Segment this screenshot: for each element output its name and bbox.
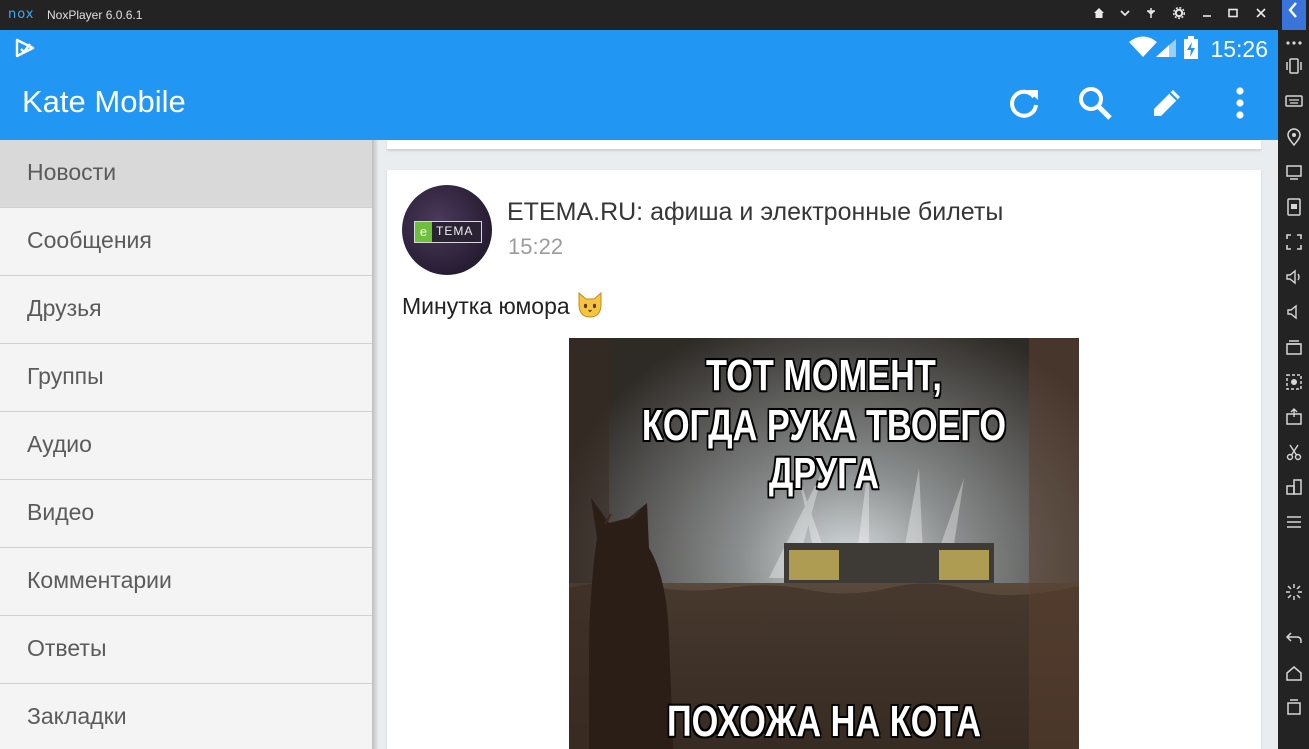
drawer-item-label: Группы: [27, 363, 104, 389]
close-icon[interactable]: [1250, 6, 1272, 24]
app-title: Kate Mobile: [22, 84, 186, 119]
app-bar: Kate Mobile: [0, 66, 1278, 140]
recent-apps-icon[interactable]: [1282, 698, 1306, 722]
shake-icon[interactable]: [1282, 57, 1306, 81]
avatar-logo: e ТЕМА: [414, 221, 482, 243]
menu-icon[interactable]: [1282, 513, 1306, 537]
maximize-icon[interactable]: [1222, 6, 1244, 24]
apk-install-icon[interactable]: [1282, 338, 1306, 362]
emulator-title-bar: nox NoxPlayer 6.0.6.1: [0, 0, 1278, 30]
drawer-item-replies[interactable]: Ответы: [0, 616, 372, 684]
location-icon[interactable]: [1282, 128, 1306, 152]
status-bar: 15:26: [0, 30, 1278, 66]
drawer-item-news[interactable]: Новости: [0, 140, 372, 208]
cat-emoji-icon: [576, 291, 604, 318]
expand-toolbar-icon[interactable]: [1282, 0, 1306, 30]
wifi-icon: [1128, 36, 1158, 63]
screen-icon[interactable]: [1282, 163, 1306, 187]
drawer-item-friends[interactable]: Друзья: [0, 276, 372, 344]
android-screen: 15:26 Kate Mobile Новости Сообщения Друз…: [0, 30, 1278, 749]
window-title: NoxPlayer 6.0.6.1: [47, 8, 143, 22]
signal-icon: [1155, 38, 1177, 63]
drawer-item-label: Аудио: [27, 431, 92, 457]
drawer-item-messages[interactable]: Сообщения: [0, 208, 372, 276]
drawer-item-label: Комментарии: [27, 567, 172, 593]
news-feed[interactable]: e ТЕМА ETEMA.RU: афиша и электронные бил…: [378, 140, 1278, 749]
scissors-icon[interactable]: [1282, 443, 1306, 467]
post-time: 15:22: [508, 234, 564, 259]
meme-caption-line2: КОГДА РУКА ТВОЕГО ДРУГА: [641, 401, 1007, 499]
search-icon[interactable]: [1074, 82, 1116, 124]
home-nav-icon[interactable]: [1282, 664, 1306, 688]
fullscreen-icon[interactable]: [1282, 233, 1306, 257]
kate-notification-icon: [14, 38, 36, 63]
volume-up-icon[interactable]: [1282, 268, 1306, 292]
drawer-item-label: Новости: [27, 159, 117, 185]
keyboard-icon[interactable]: [1282, 92, 1306, 116]
edit-icon[interactable]: [1146, 82, 1188, 124]
more-horiz-icon[interactable]: [1282, 30, 1306, 54]
clock: 15:26: [1210, 36, 1268, 62]
pin-icon[interactable]: [1140, 6, 1162, 24]
post-text: Минутка юмора: [402, 291, 604, 320]
drawer-item-label: Друзья: [27, 295, 102, 321]
drawer-item-comments[interactable]: Комментарии: [0, 548, 372, 616]
multi-instance-icon[interactable]: [1282, 478, 1306, 502]
meme-caption-bottom: ПОХОЖА НА КОТА: [666, 697, 982, 747]
screenshot-icon[interactable]: [1282, 198, 1306, 222]
drawer-item-audio[interactable]: Аудио: [0, 412, 372, 480]
navigation-drawer: Новости Сообщения Друзья Группы Аудио Ви…: [0, 140, 372, 749]
chevron-down-icon[interactable]: [1114, 6, 1136, 24]
drawer-item-label: Сообщения: [27, 227, 152, 253]
drawer-item-video[interactable]: Видео: [0, 480, 372, 548]
gear-icon[interactable]: [1168, 6, 1190, 24]
battery-charging-icon: [1183, 36, 1199, 65]
apk-icon[interactable]: [1282, 408, 1306, 432]
previous-post-card[interactable]: [387, 140, 1261, 150]
emulator-toolbar: [1278, 0, 1309, 749]
post-author[interactable]: ETEMA.RU: афиша и электронные билеты: [507, 198, 1003, 227]
post-card[interactable]: e ТЕМА ETEMA.RU: афиша и электронные бил…: [387, 170, 1261, 749]
refresh-icon[interactable]: [1003, 82, 1045, 124]
back-icon[interactable]: [1282, 629, 1306, 653]
avatar[interactable]: e ТЕМА: [402, 185, 492, 275]
drawer-item-label: Ответы: [27, 635, 107, 661]
meme-caption-line1: ТОТ МОМЕНТ,: [705, 351, 942, 401]
drawer-item-groups[interactable]: Группы: [0, 344, 372, 412]
loading-icon: [1282, 583, 1306, 607]
drawer-item-bookmarks[interactable]: Закладки: [0, 684, 372, 749]
record-icon[interactable]: [1282, 373, 1306, 397]
nox-logo: nox: [8, 7, 35, 22]
post-image[interactable]: ТОТ МОМЕНТ, КОГДА РУКА ТВОЕГО ДРУГА ПОХО…: [569, 338, 1079, 749]
home-icon[interactable]: [1088, 6, 1110, 24]
drawer-item-label: Видео: [27, 499, 95, 525]
more-vert-icon[interactable]: [1219, 82, 1261, 124]
volume-down-icon[interactable]: [1282, 303, 1306, 327]
minimize-icon[interactable]: [1196, 6, 1218, 24]
drawer-item-label: Закладки: [27, 703, 127, 729]
